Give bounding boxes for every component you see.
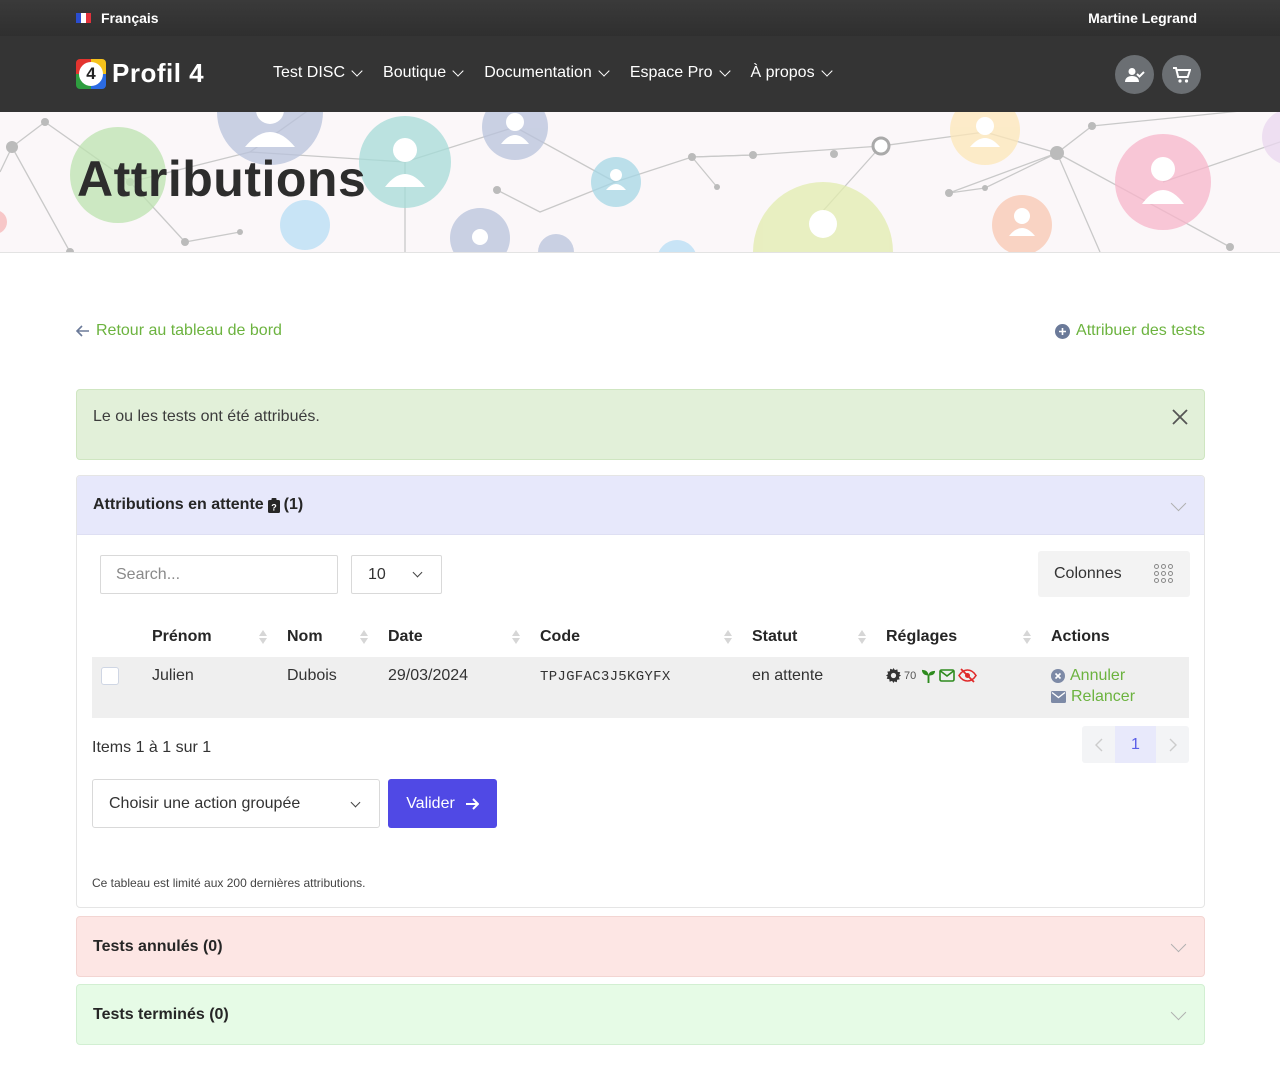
cancelled-tests-card: Tests annulés (0) xyxy=(76,916,1205,977)
settings-value: 70 xyxy=(904,669,917,682)
validate-button[interactable]: Valider xyxy=(388,779,497,828)
cell-actions: Annuler Relancer xyxy=(1051,657,1189,718)
column-header-firstname[interactable]: Prénom xyxy=(152,617,287,657)
cell-date: 29/03/2024 xyxy=(388,667,469,684)
table-row: Julien Dubois 29/03/2024 TPJGFAC3J5KGYFX… xyxy=(92,657,1189,718)
chevron-right-icon xyxy=(1169,738,1177,751)
arrow-left-icon xyxy=(76,325,89,337)
hero-banner: Attributions xyxy=(0,112,1280,253)
columns-button[interactable]: Colonnes xyxy=(1038,551,1190,597)
plus-circle-icon xyxy=(1055,323,1071,339)
logo[interactable]: 4 Profil 4 xyxy=(76,58,204,89)
select-column-header xyxy=(92,617,152,657)
cart-icon xyxy=(1172,66,1191,83)
chevron-down-icon xyxy=(1170,936,1187,953)
page-number[interactable]: 1 xyxy=(1115,726,1156,763)
chevron-down-icon xyxy=(1170,495,1187,512)
search-input[interactable] xyxy=(100,555,338,594)
sort-icon xyxy=(724,630,732,644)
language-selector[interactable]: Français xyxy=(76,10,159,26)
chevron-left-icon xyxy=(1094,738,1102,751)
sort-icon xyxy=(858,630,866,644)
bulk-action-select[interactable]: Choisir une action groupée xyxy=(92,779,380,828)
column-header-actions: Actions xyxy=(1051,628,1110,645)
nav-item-test-disc[interactable]: Test DISC xyxy=(273,64,363,82)
chevron-down-icon xyxy=(350,797,361,808)
remind-action-link[interactable]: Relancer xyxy=(1051,688,1189,706)
grid-icon xyxy=(1154,564,1174,584)
attributions-table: Prénom Nom Date Code Statut Réglages Act… xyxy=(92,617,1189,718)
column-header-code[interactable]: Code xyxy=(540,617,752,657)
nav-item-documentation[interactable]: Documentation xyxy=(484,64,610,82)
pagination: 1 xyxy=(1082,726,1189,763)
cell-settings: 70 xyxy=(886,657,1051,718)
success-alert: Le ou les tests ont été attribués. xyxy=(76,389,1205,460)
chevron-down-icon xyxy=(820,65,833,77)
envelope-icon xyxy=(939,669,956,682)
main-navbar: 4 Profil 4 Test DISC Boutique Documentat… xyxy=(0,36,1280,112)
column-header-settings[interactable]: Réglages xyxy=(886,617,1051,657)
chevron-down-icon xyxy=(1170,1004,1187,1021)
cell-code: TPJGFAC3J5KGYFX xyxy=(540,669,671,685)
nav-item-boutique[interactable]: Boutique xyxy=(383,64,464,82)
finished-tests-header[interactable]: Tests terminés (0) xyxy=(77,985,1204,1044)
sort-icon xyxy=(259,630,267,644)
cancel-action-link[interactable]: Annuler xyxy=(1051,667,1189,685)
arrow-right-icon xyxy=(465,797,479,810)
cell-status: en attente xyxy=(752,667,824,684)
language-label: Français xyxy=(101,10,159,26)
nav-item-a-propos[interactable]: À propos xyxy=(751,64,833,82)
chevron-down-icon xyxy=(718,65,731,77)
cell-firstname: Julien xyxy=(152,667,194,684)
account-button[interactable] xyxy=(1115,55,1154,94)
row-select-cell xyxy=(92,657,152,718)
row-checkbox[interactable] xyxy=(101,667,119,685)
sort-icon xyxy=(512,630,520,644)
close-icon[interactable] xyxy=(1170,407,1190,427)
user-check-icon xyxy=(1124,67,1145,82)
chevron-down-icon xyxy=(412,567,423,578)
nav-item-espace-pro[interactable]: Espace Pro xyxy=(630,64,731,82)
per-page-select[interactable]: 10 xyxy=(351,555,442,594)
page-title: Attributions xyxy=(77,151,367,207)
seedling-icon xyxy=(922,669,936,683)
column-header-date[interactable]: Date xyxy=(388,617,540,657)
column-header-lastname[interactable]: Nom xyxy=(287,617,388,657)
chevron-down-icon xyxy=(351,65,363,77)
previous-page-button[interactable] xyxy=(1082,726,1115,763)
column-header-status[interactable]: Statut xyxy=(752,617,886,657)
nav-menu: Test DISC Boutique Documentation Espace … xyxy=(273,64,853,82)
pending-attributions-header[interactable]: Attributions en attente ? (1) xyxy=(77,476,1204,535)
sort-icon xyxy=(1023,630,1031,644)
next-page-button[interactable] xyxy=(1156,726,1189,763)
chevron-down-icon xyxy=(598,65,610,77)
top-bar: Français Martine Legrand xyxy=(0,0,1280,36)
clipboard-question-icon: ? xyxy=(267,497,280,513)
pending-attributions-card: Attributions en attente ? (1) 10 Colonne… xyxy=(76,475,1205,908)
cell-lastname: Dubois xyxy=(287,667,337,684)
french-flag-icon xyxy=(76,13,91,23)
brand-name: Profil 4 xyxy=(112,58,205,88)
cart-button[interactable] xyxy=(1162,55,1201,94)
eye-slash-icon xyxy=(958,668,978,683)
items-info: Items 1 à 1 sur 1 xyxy=(92,739,212,756)
table-footnote: Ce tableau est limité aux 200 dernières … xyxy=(92,876,366,890)
gear-icon xyxy=(886,668,901,683)
user-name[interactable]: Martine Legrand xyxy=(1088,10,1197,26)
chevron-down-icon xyxy=(452,65,464,77)
envelope-icon xyxy=(1051,691,1066,703)
cancelled-tests-header[interactable]: Tests annulés (0) xyxy=(77,917,1204,976)
svg-text:?: ? xyxy=(271,502,277,512)
times-circle-icon xyxy=(1051,669,1065,683)
finished-tests-card: Tests terminés (0) xyxy=(76,984,1205,1045)
alert-message: Le ou les tests ont été attribués. xyxy=(93,408,320,425)
assign-tests-link[interactable]: Attribuer des tests xyxy=(1055,322,1205,340)
sort-icon xyxy=(360,630,368,644)
table-header-row: Prénom Nom Date Code Statut Réglages Act… xyxy=(92,617,1189,657)
logo-icon: 4 xyxy=(76,58,106,89)
back-to-dashboard-link[interactable]: Retour au tableau de bord xyxy=(76,322,282,340)
